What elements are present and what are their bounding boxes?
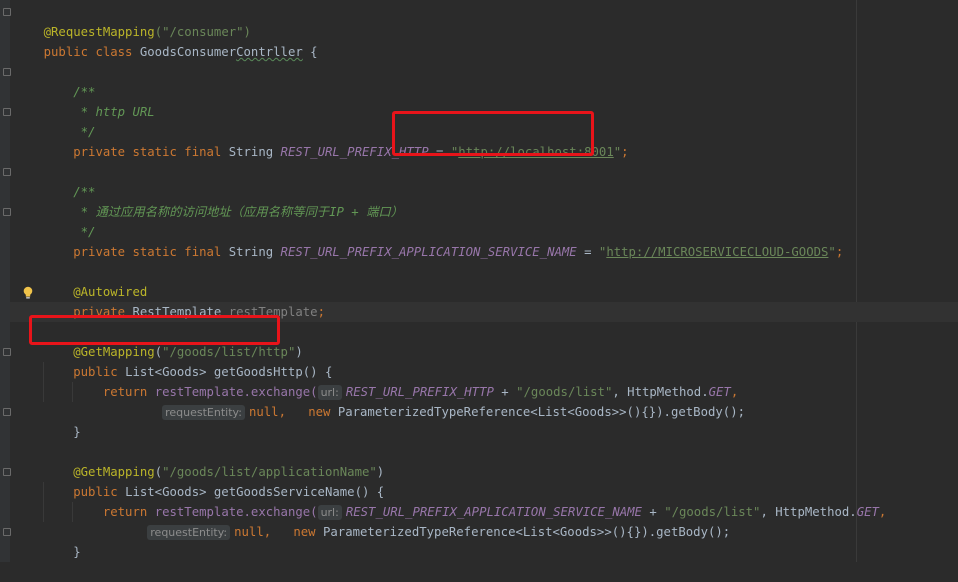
indent-guide — [43, 382, 44, 402]
brace: } — [43, 545, 81, 559]
fold-marker-icon[interactable] — [3, 348, 11, 356]
code-line[interactable]: public class GoodsConsumerContrller { — [14, 22, 958, 59]
fold-marker-icon[interactable] — [3, 108, 11, 116]
indent-guide — [72, 502, 73, 522]
code-line[interactable]: * 通过应用名称的访问地址（应用名称等同于IP + 端口） — [14, 182, 958, 219]
fold-marker-icon[interactable] — [3, 468, 11, 476]
code-line[interactable]: return restTemplate.exchange(url: REST_UR… — [14, 362, 958, 400]
fold-marker-icon[interactable] — [3, 8, 11, 16]
code-line[interactable]: * http URL — [14, 82, 958, 119]
code-line[interactable]: /** — [3, 162, 958, 199]
indent-guide — [43, 502, 44, 522]
code-line[interactable]: public List<Goods> getGoodsServiceName()… — [3, 462, 958, 499]
code-line[interactable]: private RestTemplate restTemplate; — [14, 282, 958, 319]
highlight-box-getmapping — [29, 315, 280, 345]
indent-guide — [43, 362, 44, 382]
lightbulb-icon[interactable] — [22, 286, 34, 300]
code-line[interactable]: @RequestMapping("/consumer") — [3, 2, 958, 39]
code-line[interactable]: } — [3, 402, 958, 439]
code-line[interactable]: public List<Goods> getGoodsHttp() { — [3, 342, 958, 379]
code-line[interactable] — [14, 242, 958, 262]
code-line[interactable]: private static final String REST_URL_PRE… — [14, 222, 958, 259]
fold-marker-icon[interactable] — [3, 68, 11, 76]
code-line[interactable]: return restTemplate.exchange(url: REST_UR… — [14, 482, 958, 520]
code-line[interactable]: requestEntity: null, new ParameterizedTyp… — [14, 502, 958, 540]
fold-marker-icon[interactable] — [3, 528, 11, 536]
indent-guide — [43, 482, 44, 502]
fold-marker-icon[interactable] — [3, 168, 11, 176]
fold-marker-icon[interactable] — [3, 408, 11, 416]
highlight-box-url — [392, 111, 594, 156]
code-line[interactable]: */ — [3, 202, 958, 239]
code-line[interactable] — [14, 422, 958, 442]
code-editor[interactable]: @RequestMapping("/consumer") public clas… — [3, 2, 958, 559]
code-line[interactable]: @Autowired — [14, 262, 958, 299]
indent-guide — [72, 382, 73, 402]
fold-marker-icon[interactable] — [3, 208, 11, 216]
code-line[interactable]: /** — [3, 62, 958, 99]
code-line[interactable] — [14, 42, 958, 62]
code-line[interactable]: requestEntity: null, new ParameterizedTyp… — [14, 382, 958, 420]
code-line[interactable]: @GetMapping("/goods/list/applicationName… — [14, 442, 958, 479]
code-line[interactable]: } — [3, 522, 958, 559]
editor-gutter[interactable] — [0, 0, 10, 562]
